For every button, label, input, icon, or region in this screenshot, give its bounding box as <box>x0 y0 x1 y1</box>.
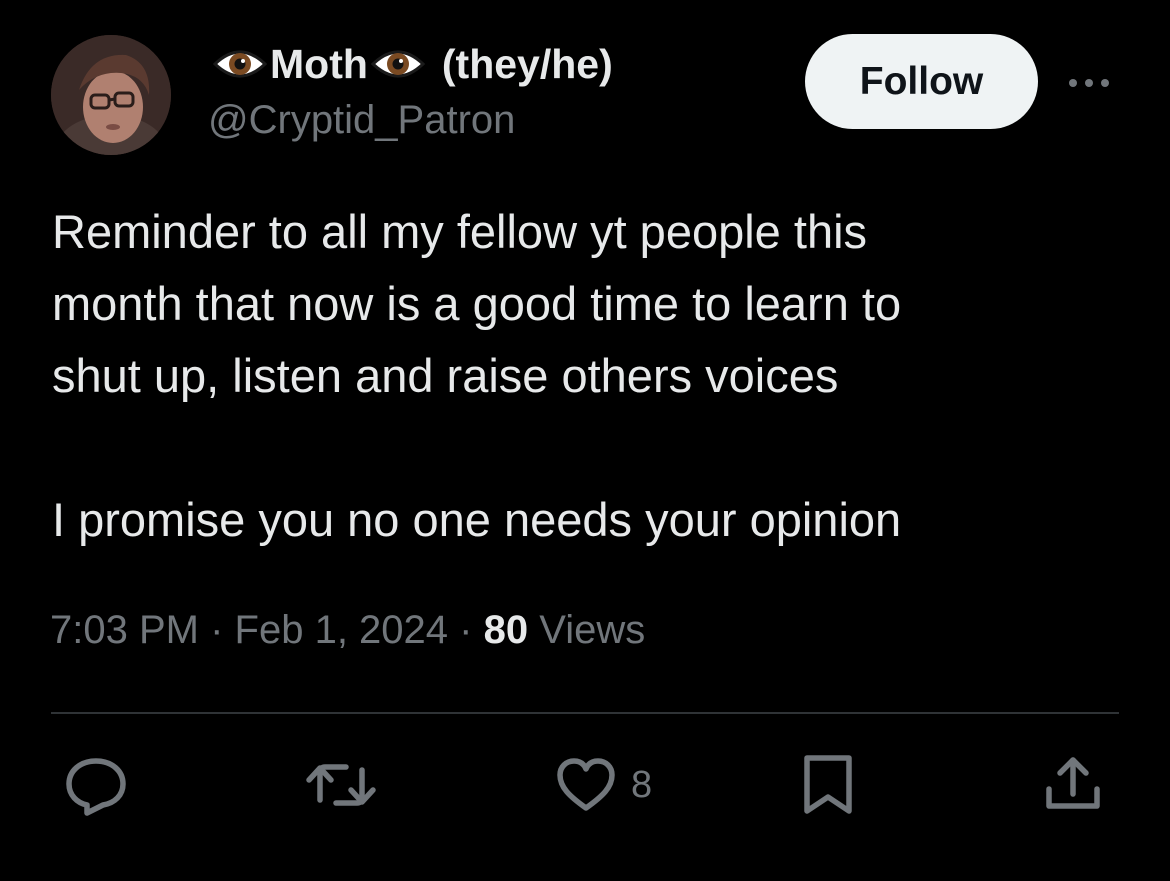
share-button[interactable] <box>1040 752 1106 818</box>
eye-emoji-icon <box>370 42 426 86</box>
share-icon <box>1046 757 1100 809</box>
tweet-meta: 7:03 PM · Feb 1, 2024 · 80 Views <box>50 608 645 653</box>
tweet-time[interactable]: 7:03 PM <box>50 608 199 652</box>
avatar[interactable] <box>51 35 171 155</box>
eye-emoji-icon <box>212 42 268 86</box>
retweet-icon <box>306 764 376 806</box>
tweet-text-line: Reminder to all my fellow yt people this <box>52 205 868 258</box>
avatar-photo <box>51 35 171 155</box>
more-options-button[interactable] <box>1064 68 1114 98</box>
tweet-date[interactable]: Feb 1, 2024 <box>235 608 449 652</box>
author-handle[interactable]: @Cryptid_Patron <box>208 98 515 143</box>
tweet-text-line: month that now is a good time to learn t… <box>52 277 902 330</box>
author-display-name: Moth <box>270 40 368 87</box>
tweet-text: Reminder to all my fellow yt people this… <box>52 196 1132 556</box>
retweet-button[interactable] <box>304 752 378 818</box>
views-label: Views <box>539 608 646 652</box>
author-pronouns: (they/he) <box>441 40 613 87</box>
author-name-row[interactable]: Moth (they/he) <box>210 38 613 90</box>
like-count: 8 <box>631 763 653 806</box>
bookmark-button[interactable] <box>798 752 858 818</box>
tweet-text-line: shut up, listen and raise others voices <box>52 349 839 402</box>
views-count: 80 <box>483 608 529 652</box>
like-button[interactable]: 8 <box>555 752 652 818</box>
bookmark-icon <box>804 755 852 814</box>
divider <box>51 712 1119 714</box>
reply-button[interactable] <box>62 752 130 818</box>
reply-icon <box>66 758 126 816</box>
heart-icon <box>557 758 615 811</box>
tweet-text-line: I promise you no one needs your opinion <box>52 493 902 546</box>
meta-separator: · <box>459 608 473 652</box>
follow-button[interactable]: Follow <box>805 34 1038 129</box>
more-horizontal-icon <box>1069 79 1109 87</box>
meta-separator: · <box>210 608 224 652</box>
